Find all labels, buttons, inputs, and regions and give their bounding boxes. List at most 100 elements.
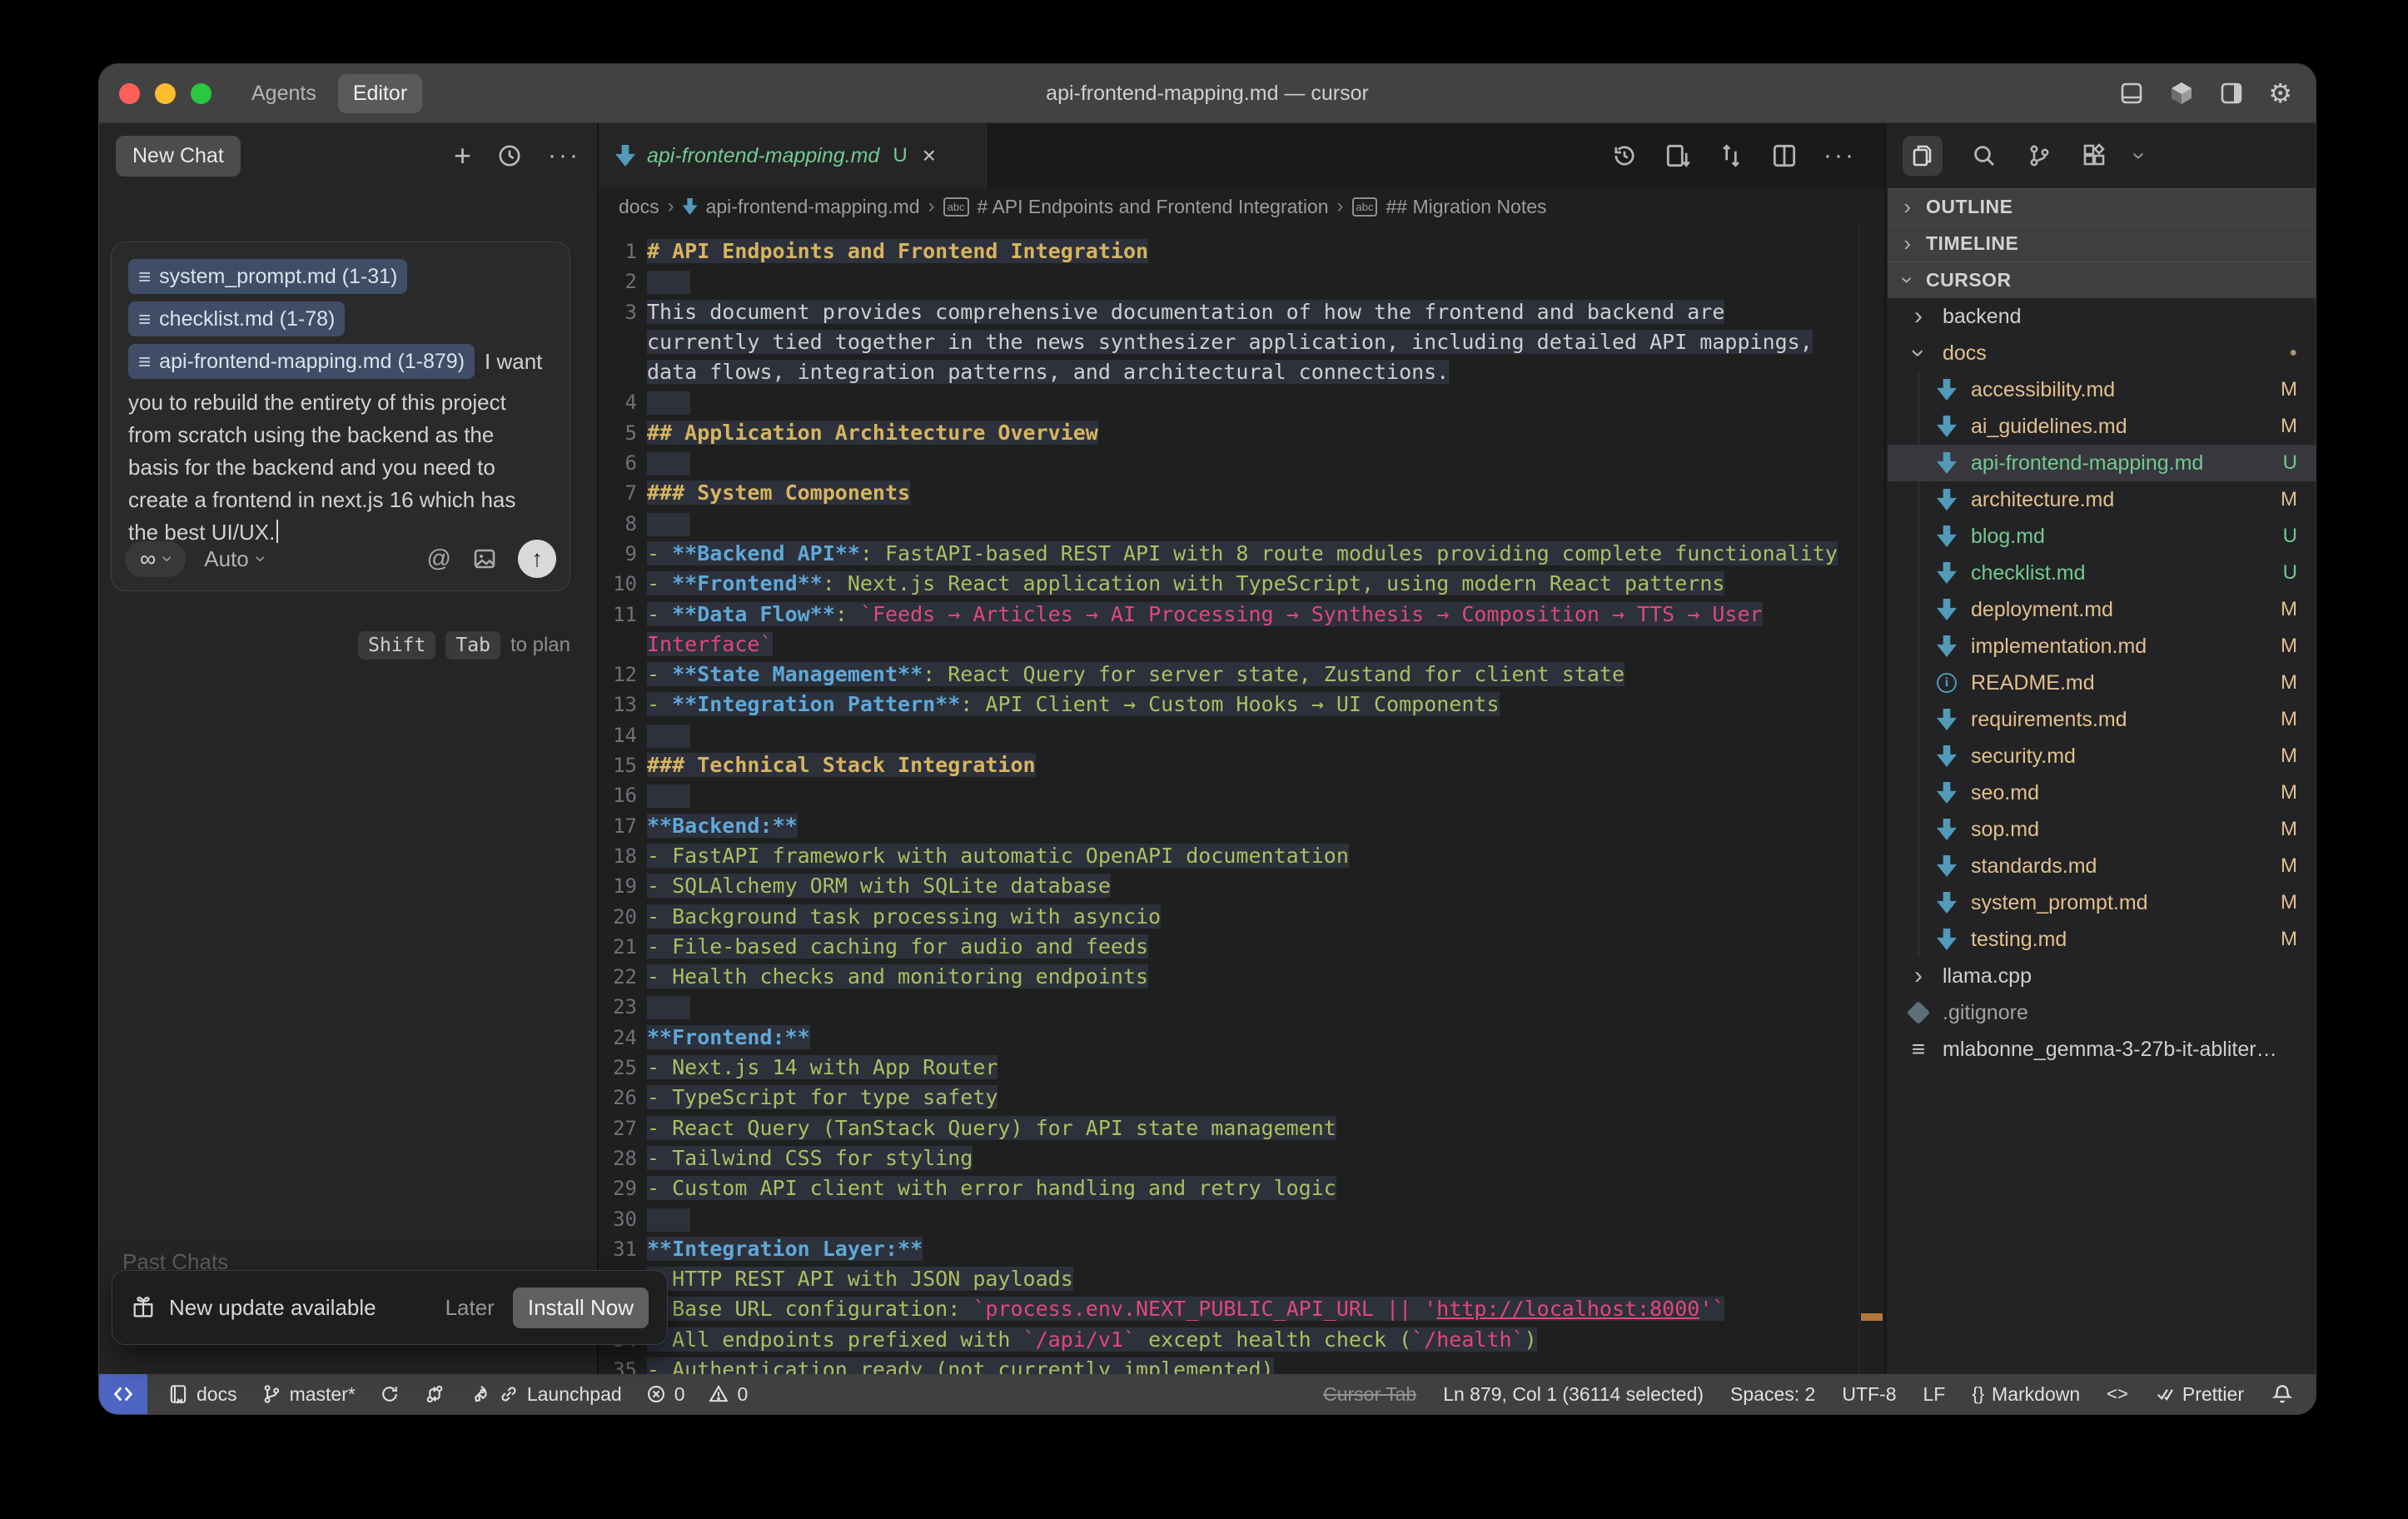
sync-icon[interactable] [379,1383,401,1405]
warnings-indicator[interactable]: 0 [708,1383,748,1406]
code-line[interactable]: 13 - **Integration Pattern**: API Client… [599,690,1859,720]
tree-item[interactable]: seo.md M [1888,774,2316,811]
git-compare-icon[interactable] [424,1383,445,1405]
chevron-down-icon[interactable]: › [2128,152,2152,159]
tree-item[interactable]: implementation.md M [1888,628,2316,665]
close-window-button[interactable] [119,83,140,104]
tab-agents[interactable]: Agents [236,74,331,113]
overview-ruler[interactable] [1858,225,1884,1374]
repo-indicator[interactable]: docs [167,1383,237,1406]
code-line[interactable]: 20 - Background task processing with asy… [599,902,1859,932]
cursor-position[interactable]: Ln 879, Col 1 (36114 selected) [1443,1383,1704,1406]
open-changes-icon[interactable] [1664,142,1692,170]
more-options-icon[interactable]: ··· [548,142,580,170]
code-line[interactable]: currently tied together in the news synt… [599,327,1859,357]
tree-item[interactable]: checklist.md U [1888,555,2316,591]
later-button[interactable]: Later [445,1295,495,1321]
tree-item[interactable]: .gitignore [1888,994,2316,1031]
tree-item[interactable]: backend [1888,298,2316,335]
tree-item[interactable]: sop.md M [1888,811,2316,848]
code-line[interactable]: 6 [599,448,1859,478]
breadcrumb-item[interactable]: docs [619,196,659,218]
section-header[interactable]: › OUTLINE [1888,188,2316,225]
tree-item[interactable]: ai_guidelines.md M [1888,408,2316,445]
mention-icon[interactable]: @ [427,545,451,573]
tree-item[interactable]: architecture.md M [1888,481,2316,518]
code-line[interactable]: Interface` [599,630,1859,660]
tree-item[interactable]: accessibility.md M [1888,371,2316,408]
language-indicator[interactable]: {}Markdown [1972,1383,2080,1406]
code-line[interactable]: 25 - Next.js 14 with App Router [599,1053,1859,1083]
model-selector[interactable]: Auto› [204,546,264,572]
code-line[interactable]: 16 [599,780,1859,810]
notifications-bell-icon[interactable] [2271,1382,2294,1406]
code-tags-icon[interactable]: <> [2107,1383,2128,1405]
cursor-tab-toggle[interactable]: Cursor Tab [1323,1383,1416,1406]
tree-item[interactable]: testing.md M [1888,921,2316,958]
close-tab-icon[interactable]: × [923,142,936,169]
breadcrumb-item[interactable]: # API Endpoints and Frontend Integration [978,196,1329,218]
code-line[interactable]: 30 [599,1204,1859,1234]
code-line[interactable]: 35 - Authentication ready (not currently… [599,1355,1859,1374]
code-line[interactable]: data flows, integration patterns, and ar… [599,357,1859,387]
tree-item[interactable]: llama.cpp [1888,958,2316,994]
code-line[interactable]: 10 - **Frontend**: Next.js React applica… [599,569,1859,599]
code-line[interactable]: 17 **Backend:** [599,811,1859,841]
encoding-indicator[interactable]: UTF-8 [1842,1383,1896,1406]
agent-mode-selector[interactable]: ∞› [125,541,186,577]
launchpad-indicator[interactable]: Launchpad [469,1383,622,1406]
attachment-pill[interactable]: ≡api-frontend-mapping.md (1-879) [128,344,475,379]
toggle-sidebar-right-icon[interactable] [2218,80,2245,107]
attachment-pill[interactable]: ≡checklist.md (1-78) [128,301,345,336]
split-editor-icon[interactable] [1770,142,1799,170]
tree-item[interactable]: deployment.md M [1888,591,2316,628]
code-line[interactable]: 3 This document provides comprehensive d… [599,297,1859,327]
code-line[interactable]: 23 [599,992,1859,1022]
search-icon[interactable] [1971,142,1998,169]
install-now-button[interactable]: Install Now [513,1287,649,1328]
editor-tab[interactable]: api-frontend-mapping.md U × [599,123,988,188]
timeline-history-icon[interactable] [1610,142,1639,170]
code-line[interactable]: 14 [599,720,1859,750]
code-line[interactable]: 26 - TypeScript for type safety [599,1083,1859,1113]
code-line[interactable]: 28 - Tailwind CSS for styling [599,1143,1859,1173]
tab-editor[interactable]: Editor [338,74,422,113]
section-header[interactable]: › CURSOR [1888,261,2316,298]
tree-item[interactable]: README.md M [1888,665,2316,701]
tree-item[interactable]: standards.md M [1888,848,2316,884]
code-line[interactable]: 1 # API Endpoints and Frontend Integrati… [599,237,1859,266]
chat-input-card[interactable]: ≡system_prompt.md (1-31) ≡checklist.md (… [111,242,570,591]
new-chat-button[interactable]: New Chat [116,136,241,177]
code-line[interactable]: 24 **Frontend:** [599,1023,1859,1053]
code-line[interactable]: 32 - HTTP REST API with JSON payloads [599,1264,1859,1294]
code-line[interactable]: 18 - FastAPI framework with automatic Op… [599,841,1859,871]
more-actions-icon[interactable]: ··· [1823,142,1856,170]
code-line[interactable]: 27 - React Query (TanStack Query) for AP… [599,1113,1859,1143]
source-control-icon[interactable] [2026,142,2052,169]
remote-indicator[interactable] [99,1374,147,1414]
code-line[interactable]: 8 [599,509,1859,539]
explorer-icon[interactable] [1903,136,1943,176]
code-line[interactable]: 22 - Health checks and monitoring endpoi… [599,962,1859,992]
settings-gear-icon[interactable]: ⚙ [2268,77,2292,109]
tree-item[interactable]: blog.md U [1888,518,2316,555]
indentation-indicator[interactable]: Spaces: 2 [1730,1383,1815,1406]
code-line[interactable]: 15 ### Technical Stack Integration [599,750,1859,780]
tree-item[interactable]: api-frontend-mapping.md U [1888,445,2316,481]
errors-indicator[interactable]: 0 [645,1383,685,1406]
extensions-icon[interactable] [2081,142,2107,169]
breadcrumb-item[interactable]: ## Migration Notes [1386,196,1546,218]
cursor-logo-icon[interactable] [2168,80,2195,107]
code-line[interactable]: 29 - Custom API client with error handli… [599,1173,1859,1203]
code-line[interactable]: 2 [599,266,1859,296]
code-line[interactable]: 12 - **State Management**: React Query f… [599,660,1859,690]
history-clock-icon[interactable] [496,142,523,169]
code-line[interactable]: 5 ## Application Architecture Overview [599,418,1859,448]
minimize-window-button[interactable] [155,83,176,104]
formatter-indicator[interactable]: Prettier [2155,1383,2244,1406]
code-line[interactable]: 33 - Base URL configuration: `process.en… [599,1294,1859,1324]
tree-item[interactable]: mlabonne_gemma-3-27b-it-abliter… [1888,1031,2316,1068]
code-content[interactable]: 1 # API Endpoints and Frontend Integrati… [599,225,1859,1374]
code-line[interactable]: 19 - SQLAlchemy ORM with SQLite database [599,871,1859,901]
tree-item[interactable]: requirements.md M [1888,701,2316,738]
